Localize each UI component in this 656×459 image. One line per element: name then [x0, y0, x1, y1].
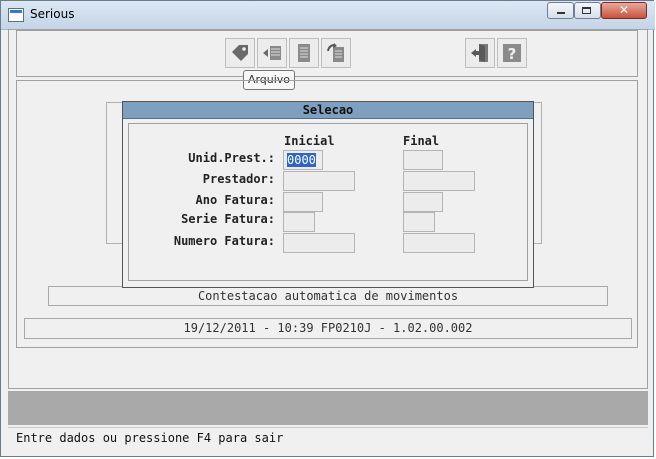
tag-button[interactable]	[225, 38, 255, 68]
ano-fatura-initial-input[interactable]	[283, 192, 323, 212]
dialog-title: Selecao	[123, 102, 533, 119]
close-icon: ✕	[618, 3, 630, 17]
column-header-initial: Inicial	[284, 134, 335, 148]
label-numero-fatura: Numero Fatura:	[173, 234, 275, 248]
minimize-button[interactable]	[547, 2, 574, 19]
unid-prest-initial-value: 0000	[287, 153, 316, 167]
minimize-icon	[557, 12, 565, 14]
label-serie-fatura: Serie Fatura:	[181, 212, 275, 226]
document-button[interactable]	[289, 38, 319, 68]
window-title: Serious	[30, 7, 75, 21]
refresh-document-button[interactable]	[321, 38, 351, 68]
help-icon: ?	[503, 44, 521, 63]
maximize-icon	[582, 7, 591, 14]
svg-text:?: ?	[508, 45, 517, 63]
label-ano-fatura: Ano Fatura:	[195, 193, 275, 207]
app-icon	[8, 8, 24, 22]
unid-prest-initial-input[interactable]: 0000	[283, 150, 323, 170]
column-header-final: Final	[403, 134, 440, 148]
serie-fatura-initial-input[interactable]	[283, 212, 315, 232]
prestador-final-input[interactable]	[403, 171, 475, 191]
gray-band	[8, 391, 648, 425]
serie-fatura-final-input[interactable]	[403, 212, 435, 232]
label-prestador: Prestador:	[202, 172, 275, 186]
maximize-button[interactable]	[574, 2, 601, 19]
label-unid-prest: Unid.Prest.:	[188, 151, 275, 165]
ano-fatura-final-input[interactable]	[403, 192, 443, 212]
status-bar: Entre dados ou pressione F4 para sair	[8, 427, 648, 449]
title-bar[interactable]: Serious ✕	[1, 1, 655, 30]
unid-prest-final-input[interactable]	[403, 150, 443, 170]
program-title-bar: Contestacao automatica de movimentos	[48, 286, 608, 306]
prestador-initial-input[interactable]	[283, 171, 355, 191]
numero-fatura-final-input[interactable]	[403, 233, 475, 253]
exit-button[interactable]	[465, 38, 495, 68]
document-icon	[298, 44, 310, 62]
list-arrow-icon	[263, 46, 281, 60]
numero-fatura-initial-input[interactable]	[283, 233, 355, 253]
arquivo-button[interactable]	[257, 38, 287, 68]
info-bar: 19/12/2011 - 10:39 FP0210J - 1.02.00.002	[24, 318, 632, 339]
exit-door-icon	[471, 44, 488, 62]
help-button[interactable]: ?	[497, 38, 527, 68]
close-button[interactable]: ✕	[601, 2, 647, 19]
refresh-document-icon	[327, 43, 344, 62]
tag-icon	[232, 45, 248, 61]
